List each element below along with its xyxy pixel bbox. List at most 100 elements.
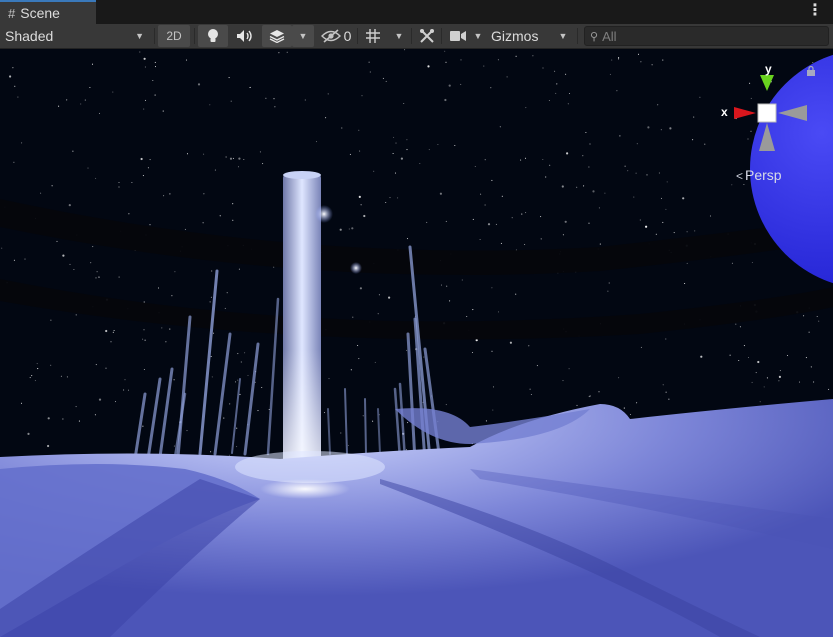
- scene-visibility-toggle[interactable]: 0: [316, 25, 356, 47]
- toggle-2d-button[interactable]: 2D: [158, 25, 190, 47]
- search-icon: ⚲: [590, 30, 599, 43]
- star: [647, 126, 650, 129]
- tab-bar: # Scene ⋮: [0, 0, 833, 24]
- star: [568, 92, 571, 95]
- star: [360, 204, 362, 206]
- scene-lighting-toggle[interactable]: [198, 25, 228, 47]
- star: [91, 63, 94, 65]
- star: [69, 263, 71, 265]
- star: [139, 51, 141, 53]
- star: [127, 389, 130, 391]
- star: [665, 338, 667, 340]
- star: [554, 70, 556, 72]
- lock-icon[interactable]: [806, 66, 816, 76]
- star: [362, 415, 364, 417]
- star: [143, 329, 145, 331]
- star: [361, 95, 363, 97]
- tab-options-menu-icon[interactable]: ⋮: [807, 2, 823, 20]
- scene-viewport[interactable]: y x < Persp: [0, 49, 833, 637]
- star: [47, 417, 50, 420]
- star: [51, 185, 53, 187]
- star: [686, 231, 688, 233]
- star: [682, 197, 685, 200]
- component-tools-button[interactable]: [414, 25, 440, 47]
- star: [568, 368, 570, 370]
- star: [226, 292, 228, 294]
- star: [232, 157, 235, 159]
- star: [84, 99, 86, 101]
- star: [618, 57, 620, 59]
- star: [161, 327, 163, 329]
- camera-settings-button[interactable]: [444, 25, 472, 47]
- star: [238, 268, 240, 270]
- star: [423, 356, 425, 358]
- star: [98, 112, 101, 114]
- star: [460, 83, 462, 85]
- star: [655, 233, 657, 235]
- scene-search-box[interactable]: ⚲: [584, 26, 829, 46]
- camera-icon: [450, 31, 466, 41]
- scene-effects-toggle[interactable]: [262, 25, 292, 47]
- star: [499, 126, 501, 128]
- star: [147, 167, 149, 169]
- star: [636, 402, 638, 404]
- star: [118, 276, 120, 278]
- star: [521, 213, 523, 215]
- gizmos-toggle[interactable]: Gizmos: [488, 25, 550, 47]
- star: [524, 157, 527, 159]
- gizmos-dropdown-button[interactable]: ▼: [552, 25, 574, 47]
- star: [406, 149, 408, 151]
- star: [154, 61, 156, 63]
- effects-dropdown-button[interactable]: ▼: [292, 25, 314, 47]
- star: [75, 314, 77, 316]
- chevron-down-icon: ▼: [558, 31, 568, 41]
- shading-mode-dropdown[interactable]: Shaded ▼: [0, 25, 152, 47]
- scene-audio-toggle[interactable]: [230, 25, 260, 47]
- star: [173, 445, 175, 447]
- star: [224, 307, 226, 309]
- tab-scene[interactable]: # Scene: [0, 0, 96, 24]
- star: [237, 353, 239, 355]
- star: [660, 129, 662, 131]
- star: [576, 404, 578, 406]
- star: [165, 341, 167, 343]
- star: [210, 451, 212, 453]
- star: [149, 224, 151, 226]
- star: [350, 369, 352, 371]
- projection-toggle[interactable]: < Persp: [736, 167, 782, 183]
- star: [219, 215, 221, 217]
- star: [211, 270, 213, 272]
- neg-y-axis-cone: [759, 123, 775, 151]
- star: [779, 370, 781, 372]
- star: [327, 93, 329, 95]
- star: [40, 192, 42, 194]
- star: [185, 59, 188, 61]
- star: [426, 221, 428, 223]
- star: [152, 79, 154, 82]
- grid-toggle[interactable]: [360, 25, 386, 47]
- star: [686, 262, 688, 264]
- star: [627, 170, 629, 172]
- platform-light: [260, 479, 350, 499]
- star: [658, 172, 660, 174]
- star: [492, 409, 494, 411]
- toolbar-divider: [357, 28, 358, 44]
- star: [491, 179, 493, 181]
- star: [566, 152, 569, 155]
- star: [12, 67, 14, 69]
- camera-dropdown-button[interactable]: ▼: [470, 25, 486, 47]
- star: [406, 349, 408, 351]
- toggle-2d-label: 2D: [166, 29, 182, 43]
- star: [339, 228, 342, 231]
- orientation-gizmo[interactable]: y x: [718, 63, 818, 173]
- scene-search-input[interactable]: [602, 28, 803, 44]
- star: [743, 345, 745, 347]
- grid-dropdown-button[interactable]: ▼: [388, 25, 410, 47]
- star: [751, 261, 753, 264]
- star: [692, 139, 694, 141]
- star: [211, 376, 213, 378]
- star: [673, 232, 675, 234]
- star: [808, 331, 810, 333]
- star: [124, 379, 126, 381]
- x-axis-cone: [734, 107, 756, 119]
